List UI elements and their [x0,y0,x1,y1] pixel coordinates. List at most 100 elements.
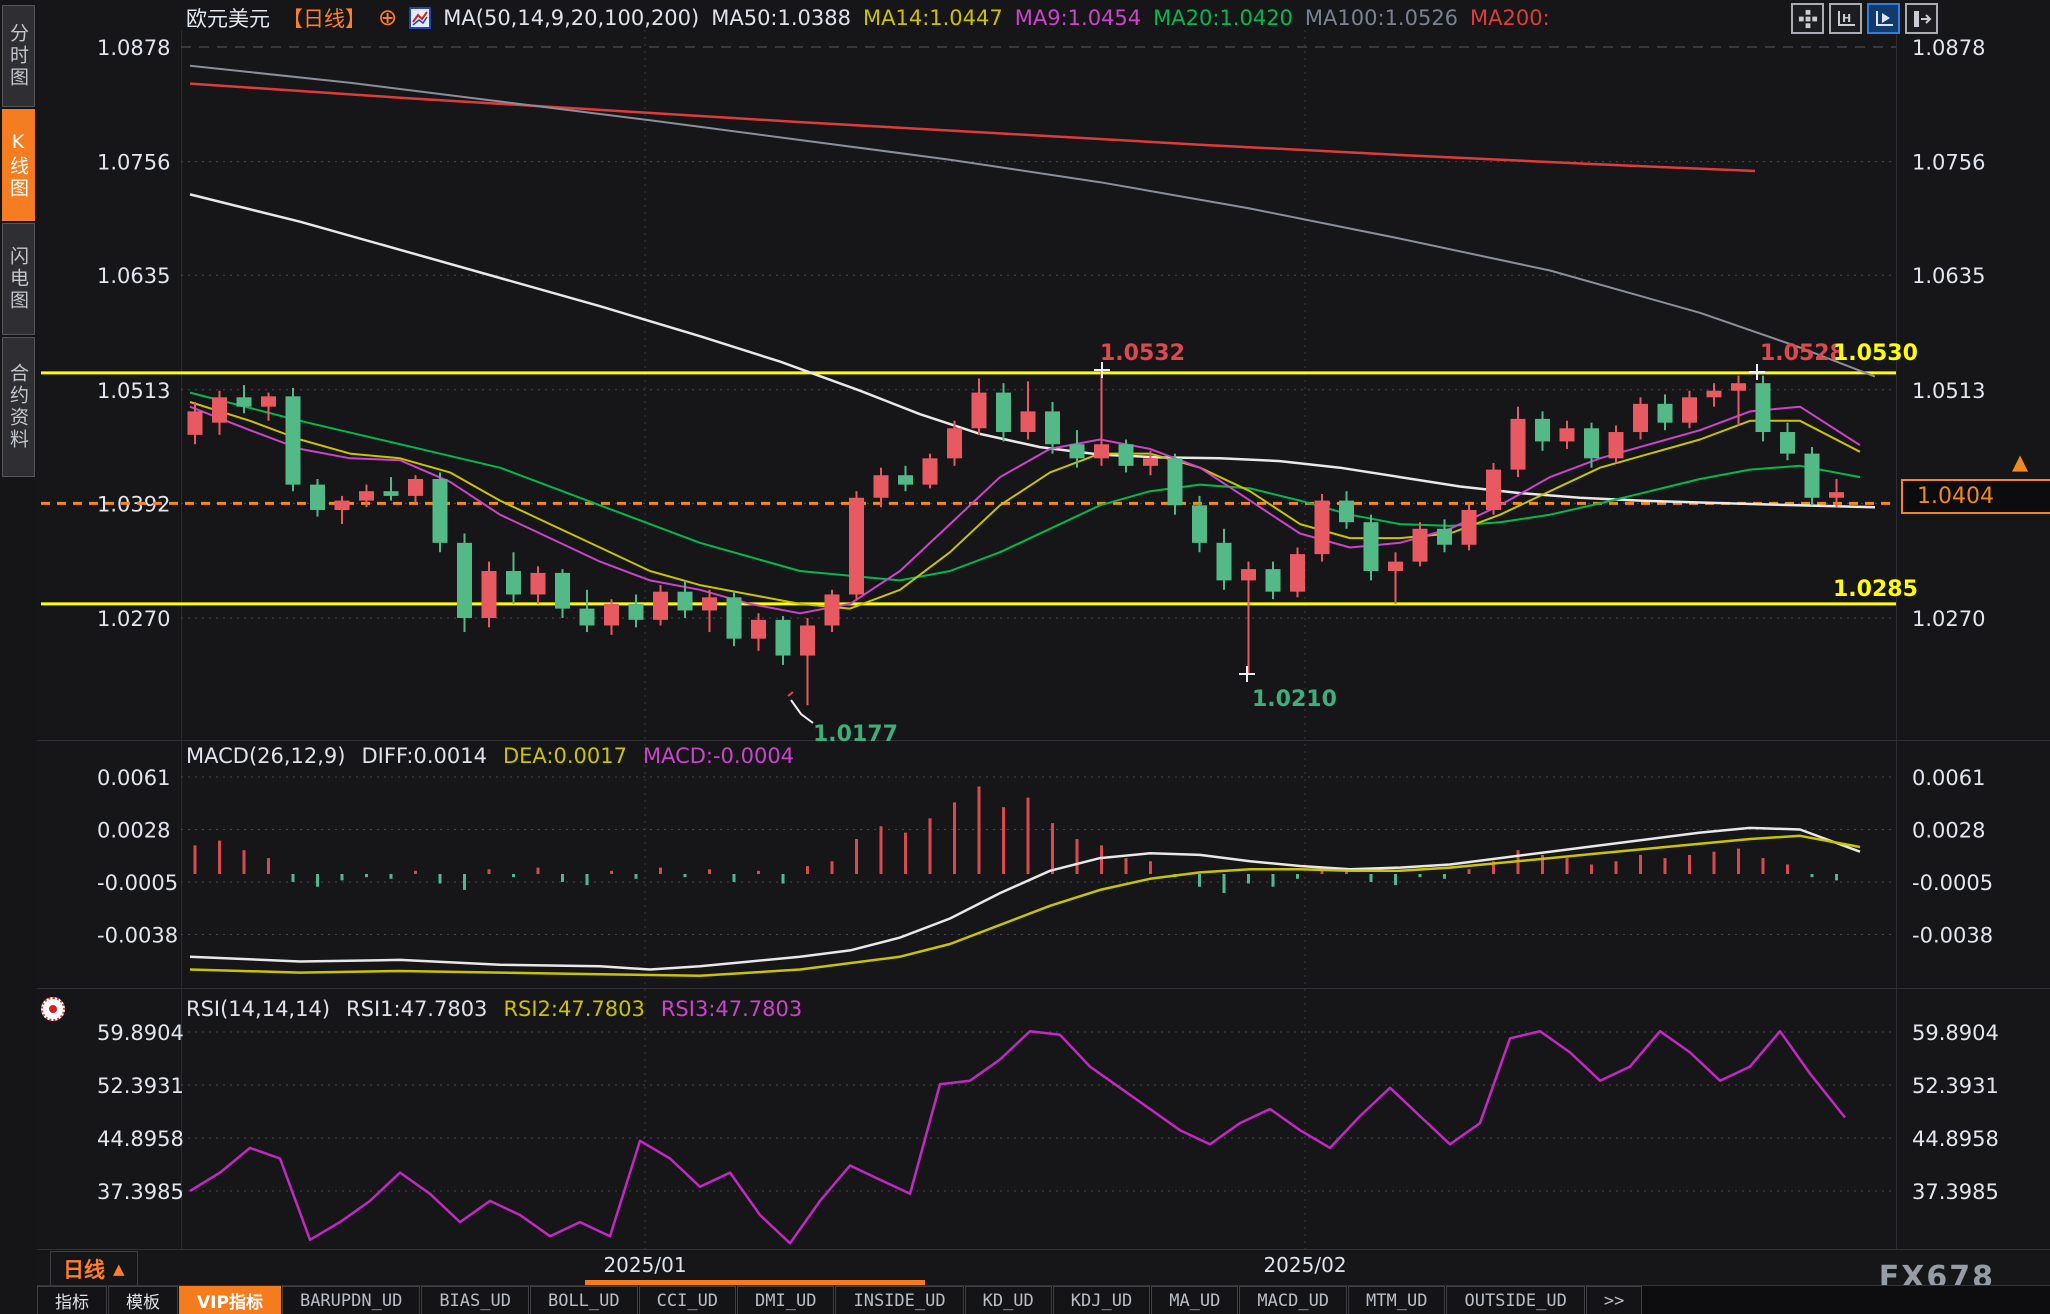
price-annotation: 1.0532 [1100,341,1185,366]
price-annotation: 1.0285 [1833,577,1918,602]
macd-hist-bar [880,826,883,874]
axis-play-icon[interactable] [1867,3,1900,34]
rsi-axis-label-right: 37.3985 [1912,1180,1999,1204]
tab-template[interactable]: 模板 [108,1286,178,1314]
sidebar-tab-lightning-chart[interactable]: 闪电图 [2,223,35,335]
candle-body [1119,444,1134,466]
indicator-toolbar: 指标 模板 VIP指标 BARUPDN_UD BIAS_UD BOLL_UD C… [37,1285,2050,1314]
move-crosshair-icon[interactable] [1791,3,1824,34]
chart-header: 欧元美元 【日线】 ⊕ MA(50,14,9,20,100,200) MA50:… [186,3,1550,33]
candle-body [1584,428,1599,458]
mini-chart-icon[interactable] [409,5,431,31]
tab-barupdn-ud[interactable]: BARUPDN_UD [282,1286,420,1314]
target-plus-icon[interactable]: ⊕ [378,8,397,28]
rsi-axis-label-left: 52.3931 [97,1074,184,1098]
timeframe-selector[interactable]: 日线 ▲ [50,1251,138,1287]
macd-hist-bar [1149,861,1152,874]
tab-macd-ud[interactable]: MACD_UD [1239,1286,1347,1314]
candle-body [751,620,766,639]
macd-dea-line [190,836,1860,976]
tab-ma-ud[interactable]: MA_UD [1151,1286,1238,1314]
alert-indicator-icon[interactable] [41,997,65,1021]
candle-body [384,491,399,496]
tab-kd-ud[interactable]: KD_UD [965,1286,1052,1314]
macd-axis-label-right: 0.0028 [1912,818,1985,842]
candle-body [457,543,472,618]
candle-body [604,604,619,626]
tab-mtm-ud[interactable]: MTM_UD [1348,1286,1445,1314]
macd-hist-bar [1468,869,1471,874]
candle-body [1241,569,1256,580]
tab-indicator[interactable]: 指标 [37,1286,107,1314]
macd-axis-label-right: 0.0061 [1912,766,1985,790]
svg-text:H: H [1842,12,1851,25]
candle-body [310,485,325,510]
candle-body [1388,562,1403,571]
macd-hist-bar [1370,874,1373,882]
macd-hist-bar [1664,858,1667,874]
ma200-value: MA200: [1470,6,1550,30]
tab-vip-indicator[interactable]: VIP指标 [179,1286,281,1314]
axis-scale-icon[interactable]: H [1829,3,1862,34]
macd-hist-bar [341,874,344,880]
candle-body [800,625,815,655]
tab-boll-ud[interactable]: BOLL_UD [530,1286,638,1314]
macd-diff-line [190,828,1860,970]
tab-kdj-ud[interactable]: KDJ_UD [1053,1286,1150,1314]
date-label-feb: 2025/02 [1263,1253,1346,1277]
main-chart-svg[interactable]: 1.08781.08781.07561.07561.06351.06351.05… [0,0,2050,1314]
sidebar-tab-kline-chart[interactable]: K线图 [2,109,35,221]
candle-body [1486,470,1501,510]
rsi-title: RSI(14,14,14) [186,997,330,1021]
ma14-value: MA14:1.0447 [863,6,1003,30]
candle-body [629,604,644,620]
candle-body [1217,543,1232,581]
macd-hist-bar [439,874,442,884]
tab-inside-ud[interactable]: INSIDE_UD [835,1286,963,1314]
macd-hist-bar [1100,845,1103,874]
macd-hist-bar [1027,798,1030,874]
shift-right-icon[interactable] [1905,3,1938,34]
candle-body [237,397,252,406]
candle-body [1560,428,1575,441]
candle-body [359,491,374,500]
macd-hist-bar [561,874,564,882]
period-tag[interactable]: 【日线】 [282,3,366,33]
tab-bias-ud[interactable]: BIAS_UD [421,1286,529,1314]
macd-hist-bar [831,861,834,874]
macd-hist-bar [292,874,295,882]
macd-hist-bar [414,871,417,874]
macd-hist-bar [610,871,613,874]
candle-body [433,479,448,543]
rsi-line [190,1031,1845,1243]
macd-axis-label-right: -0.0038 [1912,923,1993,947]
tab-more[interactable]: >> [1586,1286,1642,1314]
candle-body [1731,383,1746,391]
macd-hist-bar [1737,849,1740,874]
macd-hist-bar [953,802,956,874]
candle-body [825,594,840,625]
macd-hist-bar [806,866,809,874]
sidebar-tab-contract-info[interactable]: 合约资料 [2,337,35,477]
price-axis-label-left: 1.0270 [97,607,170,631]
tab-outside-ud[interactable]: OUTSIDE_UD [1446,1286,1584,1314]
macd-dea-value: DEA:0.0017 [503,744,627,768]
trading-terminal-window: 1.08781.08781.07561.07561.06351.06351.05… [0,0,2050,1314]
macd-hist-bar [1272,874,1275,887]
macd-hist-bar [684,874,687,877]
tab-cci-ud[interactable]: CCI_UD [639,1286,736,1314]
candle-body [1535,419,1550,442]
candle-body [1339,501,1354,523]
candle-body [1756,383,1771,432]
timeframe-arrow-icon: ▲ [113,1260,125,1278]
macd-hist-bar [537,868,540,874]
macd-hist-bar [218,841,221,874]
candle-body [580,609,595,626]
sidebar-tab-time-chart[interactable]: 分时图 [2,5,35,107]
price-axis-label-right: 1.0756 [1912,151,1985,175]
price-axis-label-right: 1.0878 [1912,36,1985,60]
tab-dmi-ud[interactable]: DMI_UD [737,1286,834,1314]
price-axis-label-left: 1.0756 [97,151,170,175]
candle-body [653,592,668,620]
macd-hist-bar [1835,874,1838,880]
